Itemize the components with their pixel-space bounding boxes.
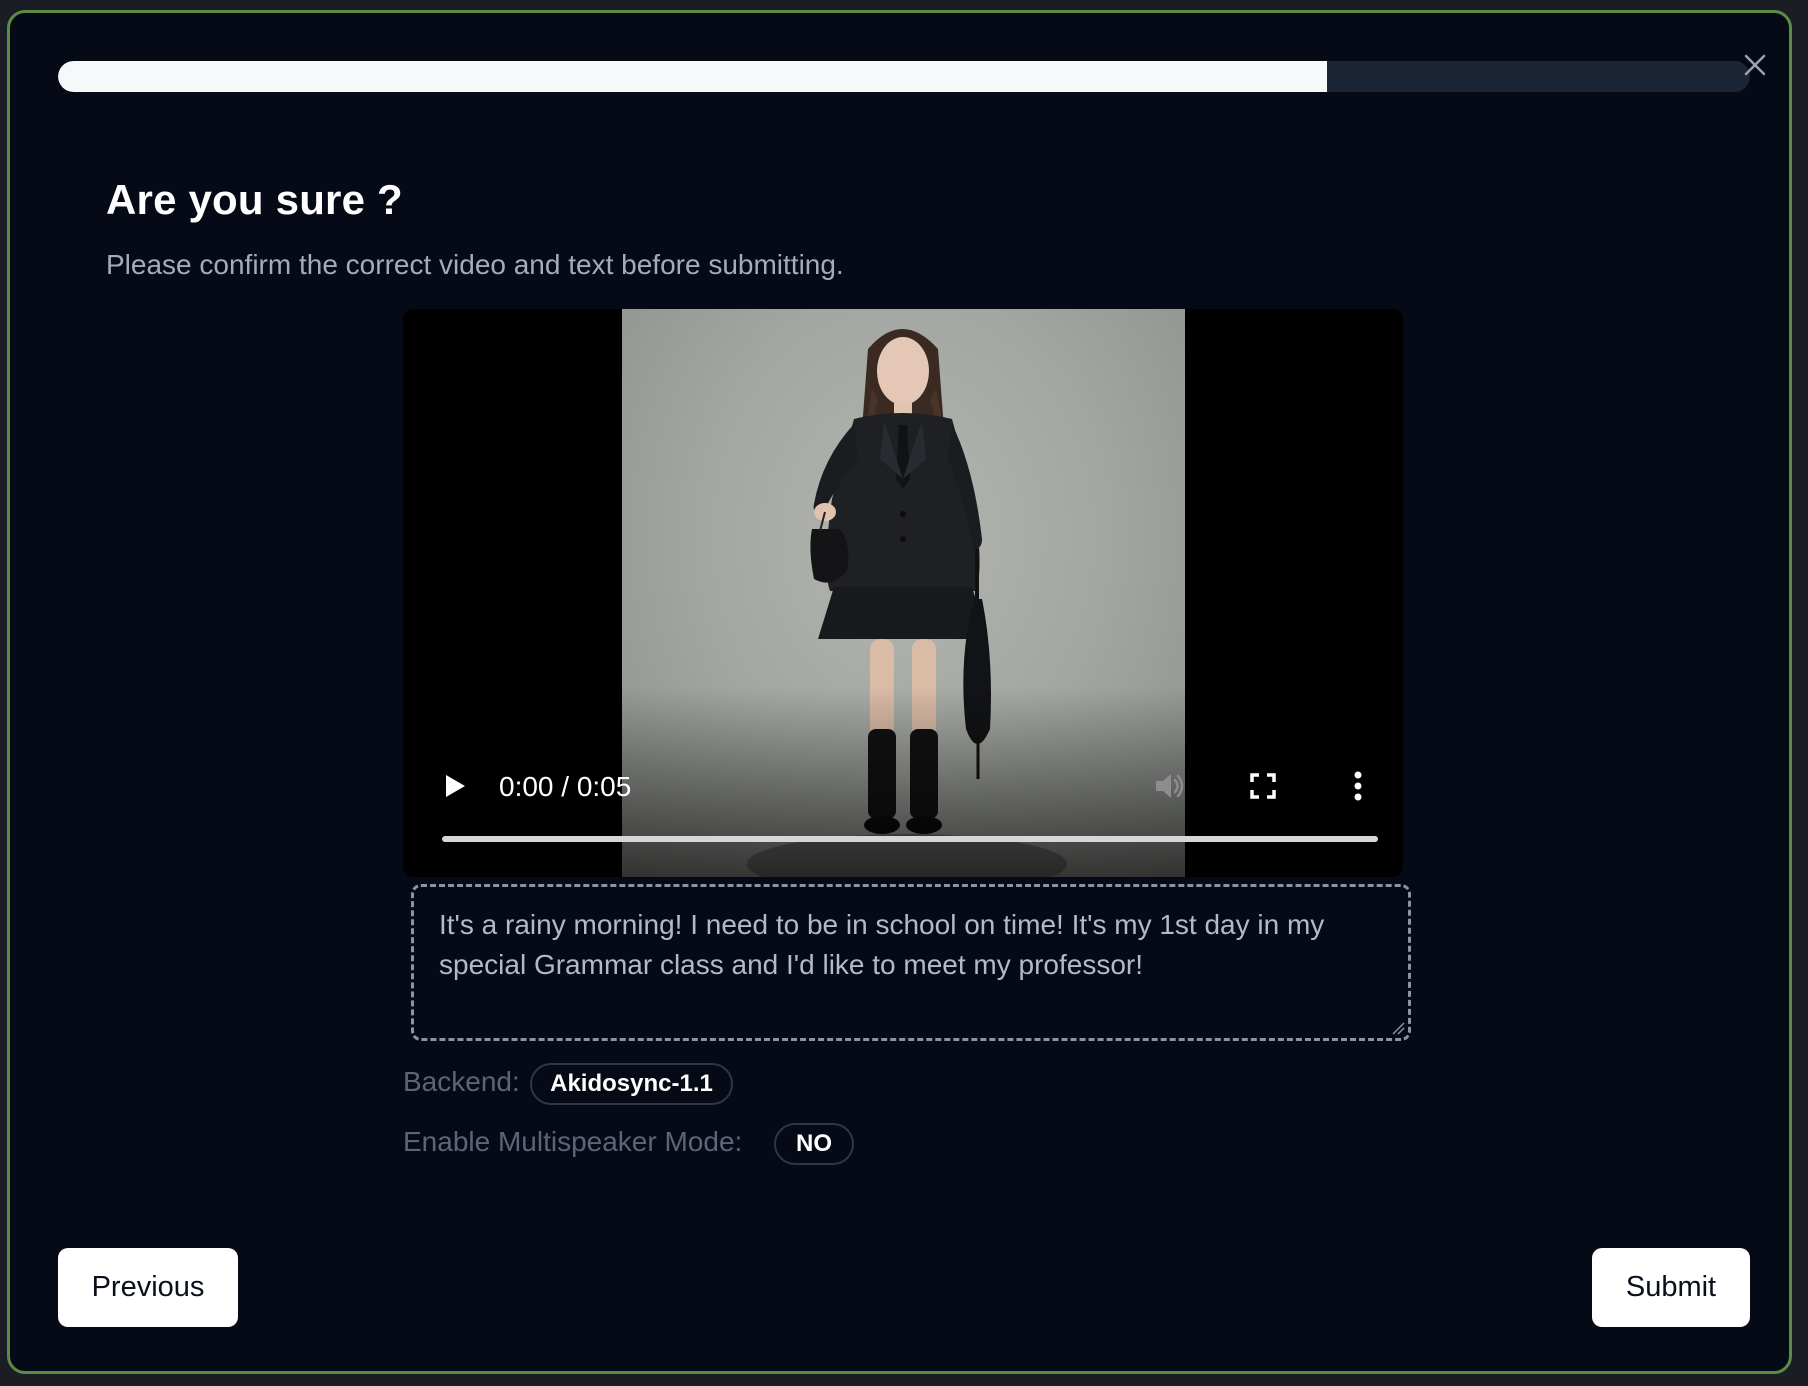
play-button[interactable]: [439, 771, 469, 801]
fullscreen-button[interactable]: [1248, 771, 1278, 801]
play-icon: [446, 775, 465, 797]
video-time-display: 0:00 / 0:05: [499, 771, 632, 802]
resize-handle-icon[interactable]: [1391, 1021, 1405, 1035]
progress-bar: [58, 61, 1750, 92]
volume-button[interactable]: [1151, 768, 1187, 804]
submit-button[interactable]: Submit: [1592, 1248, 1750, 1327]
fullscreen-icon: [1250, 773, 1276, 799]
backend-label: Backend:: [403, 1066, 520, 1097]
video-player[interactable]: 0:00 / 0:05: [403, 309, 1403, 877]
multispeaker-label: Enable Multispeaker Mode:: [403, 1126, 743, 1157]
video-frame: [622, 309, 1185, 877]
more-options-icon: [1354, 771, 1362, 801]
confirmation-dialog: Are you sure ? Please confirm the correc…: [7, 10, 1792, 1374]
dialog-subtitle: Please confirm the correct video and tex…: [106, 249, 844, 280]
multispeaker-badge: NO: [774, 1123, 854, 1165]
script-text-input[interactable]: It's a rainy morning! I need to be in sc…: [411, 884, 1411, 1041]
close-icon: [1744, 54, 1766, 76]
volume-icon: [1156, 774, 1184, 798]
more-options-button[interactable]: [1348, 769, 1368, 803]
close-button[interactable]: [1740, 50, 1770, 80]
video-seek-bar[interactable]: [442, 836, 1378, 842]
previous-button[interactable]: Previous: [58, 1248, 238, 1327]
progress-bar-fill: [58, 61, 1327, 92]
dialog-title: Are you sure ?: [106, 176, 403, 223]
backend-badge: Akidosync-1.1: [530, 1063, 733, 1105]
video-controls-gradient: [622, 687, 1185, 877]
